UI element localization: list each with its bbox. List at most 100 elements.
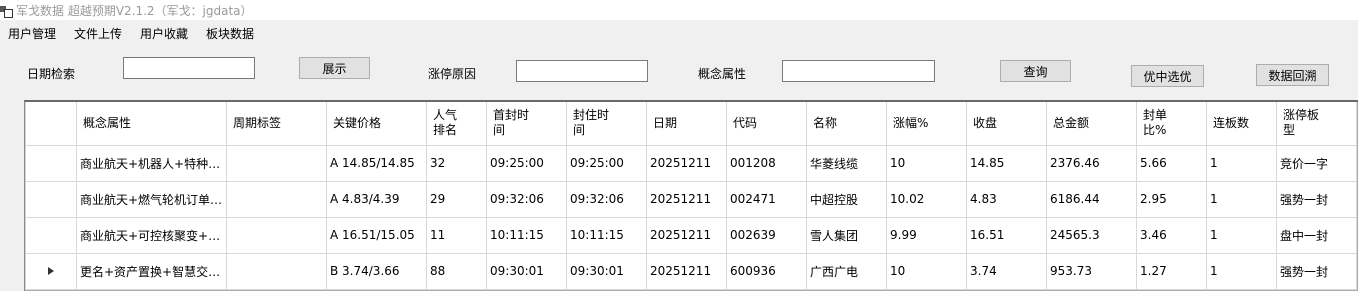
cell-popularity-rank[interactable]: 29 [426,181,487,218]
menu-user-management[interactable]: 用户管理 [8,25,56,42]
cell-limit-type[interactable]: 盘中一封 [1276,217,1357,254]
cell-code[interactable]: 600936 [726,253,807,290]
corner-header [25,102,77,146]
cell-key-price[interactable]: A 16.51/15.05 [326,217,427,254]
cell-limit-type[interactable]: 强势一封 [1276,181,1357,218]
cell-name[interactable]: 华菱线缆 [806,145,887,182]
cell-code[interactable]: 002639 [726,217,807,254]
cell-date[interactable]: 20251211 [646,253,727,290]
cell-date[interactable]: 20251211 [646,181,727,218]
cell-limit-type[interactable]: 竞价一字 [1276,145,1357,182]
limit-reason-input[interactable] [516,60,648,82]
cell-seal-time[interactable]: 09:32:06 [566,181,647,218]
cell-close[interactable]: 16.51 [966,217,1047,254]
header-total-amount[interactable]: 总金额 [1046,102,1137,146]
cell-close[interactable]: 3.74 [966,253,1047,290]
cell-cycle-tag[interactable] [226,181,327,218]
cell-first-seal-time[interactable]: 09:30:01 [486,253,567,290]
header-seal-time[interactable]: 封住时间 [566,102,647,146]
cell-total-amount[interactable]: 2376.46 [1046,145,1137,182]
data-grid[interactable]: 概念属性 周期标签 关键价格 人气排名 首封时间 封住时间 日期 代码 名称 涨… [24,100,1358,291]
cell-limit-type[interactable]: 强势一封 [1276,253,1357,290]
cell-change-pct[interactable]: 10 [886,253,967,290]
cell-name[interactable]: 雪人集团 [806,217,887,254]
cell-code[interactable]: 002471 [726,181,807,218]
cell-concept[interactable]: 更名+资产置换+智慧交… [76,253,227,290]
cell-code[interactable]: 001208 [726,145,807,182]
header-close[interactable]: 收盘 [966,102,1047,146]
cell-popularity-rank[interactable]: 88 [426,253,487,290]
cell-seal-ratio[interactable]: 2.95 [1136,181,1207,218]
best-pick-button[interactable]: 优中选优 [1131,65,1204,87]
menu-file-upload[interactable]: 文件上传 [74,25,122,42]
current-row-arrow-icon [48,267,54,275]
cell-concept[interactable]: 商业航天+可控核聚变+… [76,217,227,254]
header-code[interactable]: 代码 [726,102,807,146]
cell-consecutive-boards[interactable]: 1 [1206,145,1277,182]
cell-key-price[interactable]: A 4.83/4.39 [326,181,427,218]
menu-bar: 用户管理 文件上传 用户收藏 板块数据 [0,22,1358,44]
cell-first-seal-time[interactable]: 09:25:00 [486,145,567,182]
header-seal-ratio[interactable]: 封单比% [1136,102,1207,146]
table-row[interactable]: 更名+资产置换+智慧交… B 3.74/3.66 88 09:30:01 09:30:0… [25,253,1357,290]
cell-popularity-rank[interactable]: 11 [426,217,487,254]
menu-user-favorites[interactable]: 用户收藏 [140,25,188,42]
cell-date[interactable]: 20251211 [646,217,727,254]
results-table: 概念属性 周期标签 关键价格 人气排名 首封时间 封住时间 日期 代码 名称 涨… [25,102,1357,290]
header-cycle-tag[interactable]: 周期标签 [226,102,327,146]
cell-total-amount[interactable]: 6186.44 [1046,181,1137,218]
cell-consecutive-boards[interactable]: 1 [1206,253,1277,290]
cell-total-amount[interactable]: 24565.3 [1046,217,1137,254]
show-button[interactable]: 展示 [299,57,370,79]
cell-first-seal-time[interactable]: 09:32:06 [486,181,567,218]
cell-seal-time[interactable]: 09:30:01 [566,253,647,290]
cell-first-seal-time[interactable]: 10:11:15 [486,217,567,254]
header-change-pct[interactable]: 涨幅% [886,102,967,146]
cell-key-price[interactable]: B 3.74/3.66 [326,253,427,290]
header-popularity-rank[interactable]: 人气排名 [426,102,487,146]
cell-total-amount[interactable]: 953.73 [1046,253,1137,290]
header-name[interactable]: 名称 [806,102,887,146]
concept-input[interactable] [782,60,935,82]
cell-seal-time[interactable]: 10:11:15 [566,217,647,254]
cell-cycle-tag[interactable] [226,253,327,290]
cell-name[interactable]: 中超控股 [806,181,887,218]
cell-close[interactable]: 4.83 [966,181,1047,218]
table-row[interactable]: 商业航天+可控核聚变+… A 16.51/15.05 11 10:11:15 10:11… [25,217,1357,254]
row-header[interactable] [25,253,77,290]
header-concept[interactable]: 概念属性 [76,102,227,146]
header-limit-type[interactable]: 涨停板型 [1276,102,1357,146]
cell-cycle-tag[interactable] [226,217,327,254]
row-header[interactable] [25,217,77,254]
cell-name[interactable]: 广西广电 [806,253,887,290]
cell-popularity-rank[interactable]: 32 [426,145,487,182]
query-button[interactable]: 查询 [1000,60,1071,82]
table-row[interactable]: 商业航天+机器人+特种… A 14.85/14.85 32 09:25:00 09:25… [25,145,1357,182]
cell-consecutive-boards[interactable]: 1 [1206,181,1277,218]
table-row[interactable]: 商业航天+燃气轮机订单… A 4.83/4.39 29 09:32:06 09:32:0… [25,181,1357,218]
cell-concept[interactable]: 商业航天+燃气轮机订单… [76,181,227,218]
cell-change-pct[interactable]: 10.02 [886,181,967,218]
cell-concept[interactable]: 商业航天+机器人+特种… [76,145,227,182]
data-backtrack-button[interactable]: 数据回溯 [1256,64,1329,86]
cell-seal-ratio[interactable]: 3.46 [1136,217,1207,254]
date-search-input[interactable] [123,57,255,79]
cell-consecutive-boards[interactable]: 1 [1206,217,1277,254]
cell-date[interactable]: 20251211 [646,145,727,182]
menu-sector-data[interactable]: 板块数据 [206,25,254,42]
cell-cycle-tag[interactable] [226,145,327,182]
row-header[interactable] [25,145,77,182]
header-date[interactable]: 日期 [646,102,727,146]
concept-label: 概念属性 [698,67,747,81]
cell-seal-ratio[interactable]: 5.66 [1136,145,1207,182]
row-header[interactable] [25,181,77,218]
header-first-seal-time[interactable]: 首封时间 [486,102,567,146]
cell-seal-ratio[interactable]: 1.27 [1136,253,1207,290]
cell-change-pct[interactable]: 9.99 [886,217,967,254]
header-consecutive-boards[interactable]: 连板数 [1206,102,1277,146]
header-key-price[interactable]: 关键价格 [326,102,427,146]
cell-close[interactable]: 14.85 [966,145,1047,182]
cell-change-pct[interactable]: 10 [886,145,967,182]
cell-key-price[interactable]: A 14.85/14.85 [326,145,427,182]
cell-seal-time[interactable]: 09:25:00 [566,145,647,182]
